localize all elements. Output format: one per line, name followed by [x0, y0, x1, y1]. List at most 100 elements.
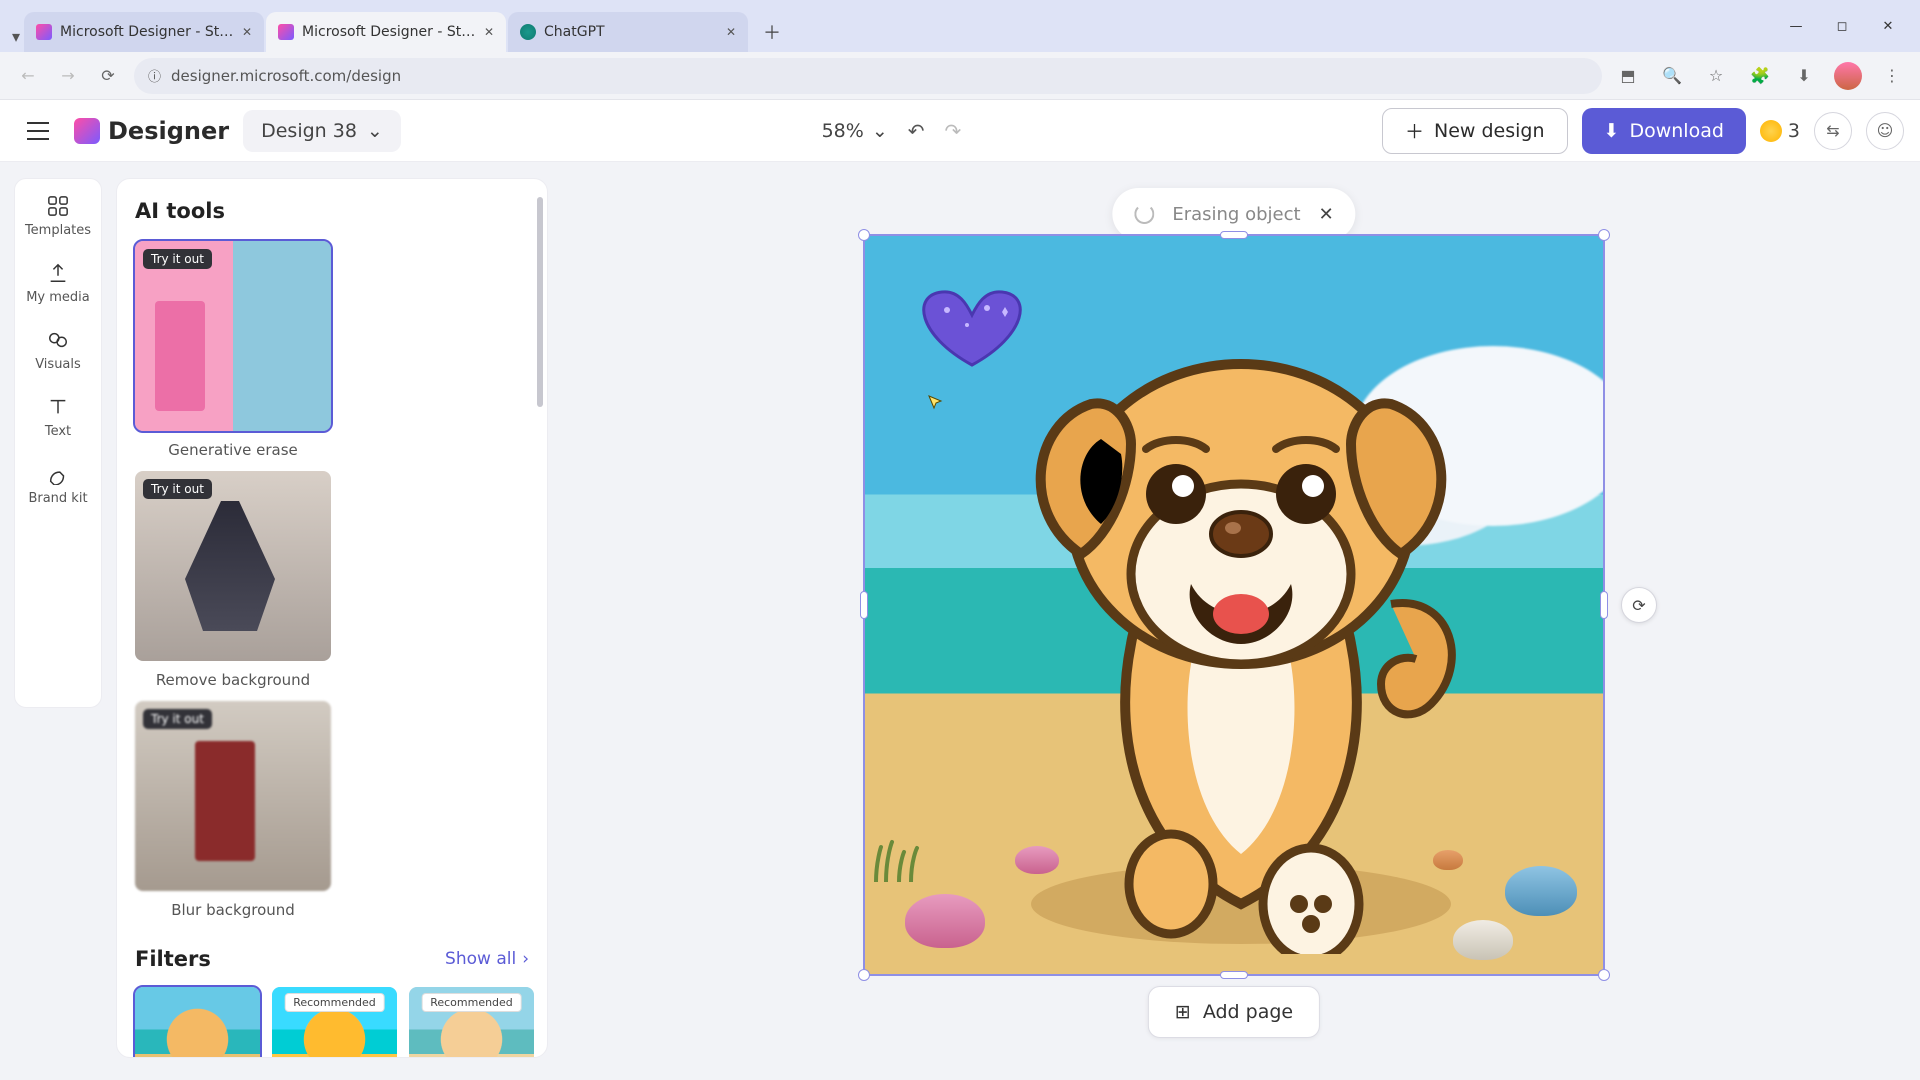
maximize-icon[interactable]: ◻ — [1822, 10, 1862, 42]
shell-shape — [1453, 920, 1513, 960]
download-button[interactable]: ⬇ Download — [1582, 108, 1746, 154]
upload-icon — [47, 262, 69, 284]
back-icon[interactable]: ← — [14, 62, 42, 90]
ai-tool-blur-background[interactable]: Try it out Blur background — [135, 701, 331, 919]
ai-tool-thumb: Try it out — [135, 471, 331, 661]
resize-handle[interactable] — [858, 229, 870, 241]
downloads-icon[interactable]: ⬇ — [1790, 62, 1818, 90]
resize-handle[interactable] — [1598, 969, 1610, 981]
show-all-link[interactable]: Show all › — [445, 949, 529, 969]
rail-label: Brand kit — [28, 491, 87, 506]
browser-menu-icon[interactable]: ⋮ — [1878, 62, 1906, 90]
tab-label: Microsoft Designer - Stunning — [302, 24, 476, 40]
share-icon[interactable]: ⇆ — [1814, 112, 1852, 150]
window-controls: — ◻ ✕ — [1776, 10, 1908, 52]
try-it-badge: Try it out — [143, 249, 212, 269]
shell-shape — [1505, 866, 1577, 916]
canvas-area[interactable]: Erasing object ✕ — [548, 162, 1920, 1080]
filters-title: Filters — [135, 947, 211, 971]
rail-text[interactable]: Text — [45, 396, 71, 439]
address-bar[interactable]: ⓘ designer.microsoft.com/design — [134, 58, 1602, 94]
filter-calm[interactable]: Recommended Calm — [409, 987, 534, 1058]
site-info-icon[interactable]: ⓘ — [148, 66, 161, 85]
download-icon: ⬇ — [1604, 120, 1620, 142]
design-name-dropdown[interactable]: Design 38 ⌄ — [243, 110, 401, 152]
undo-icon[interactable]: ↶ — [908, 119, 925, 143]
profile-avatar-icon[interactable] — [1834, 62, 1862, 90]
resize-handle[interactable] — [858, 969, 870, 981]
add-page-button[interactable]: ⊞ Add page — [1148, 986, 1320, 1038]
rail-label: Text — [45, 424, 71, 439]
close-icon[interactable]: ✕ — [242, 25, 252, 39]
credits-indicator[interactable]: 3 — [1760, 120, 1800, 142]
zoom-icon[interactable]: 🔍 — [1658, 62, 1686, 90]
templates-icon — [47, 195, 69, 217]
bookmark-icon[interactable]: ☆ — [1702, 62, 1730, 90]
selected-image[interactable]: ⟳ — [863, 234, 1605, 976]
new-design-label: New design — [1434, 120, 1545, 142]
plus-icon: ＋ — [1405, 117, 1424, 144]
filter-thumb: Recommended — [272, 987, 397, 1058]
rail-label: My media — [26, 290, 90, 305]
scrollbar[interactable] — [537, 197, 543, 407]
filter-punch[interactable]: Recommended Punch — [272, 987, 397, 1058]
redo-icon[interactable]: ↷ — [945, 119, 962, 143]
new-design-button[interactable]: ＋ New design — [1382, 108, 1568, 154]
browser-tab[interactable]: Microsoft Designer - Stunning ✕ — [24, 12, 264, 52]
recommended-badge: Recommended — [284, 993, 385, 1012]
recommended-badge: Recommended — [421, 993, 522, 1012]
filter-normal[interactable]: Normal — [135, 987, 260, 1058]
close-icon[interactable]: ✕ — [484, 25, 494, 39]
forward-icon[interactable]: → — [54, 62, 82, 90]
chevron-right-icon: › — [522, 949, 529, 969]
rail-brand-kit[interactable]: Brand kit — [28, 463, 87, 506]
minimize-icon[interactable]: — — [1776, 10, 1816, 42]
browser-tab[interactable]: Microsoft Designer - Stunning ✕ — [266, 12, 506, 52]
resize-handle[interactable] — [1220, 971, 1248, 979]
tab-search-icon[interactable]: ▾ — [12, 27, 20, 46]
designer-favicon-icon — [36, 24, 52, 40]
browser-tab[interactable]: ChatGPT ✕ — [508, 12, 748, 52]
hamburger-menu-icon[interactable] — [16, 109, 60, 153]
account-icon[interactable]: ☺ — [1866, 112, 1904, 150]
rotate-handle-icon[interactable]: ⟳ — [1621, 587, 1657, 623]
rail-my-media[interactable]: My media — [26, 262, 90, 305]
shell-shape — [1015, 846, 1059, 874]
design-name-text: Design 38 — [261, 120, 357, 142]
resize-handle[interactable] — [860, 591, 868, 619]
close-window-icon[interactable]: ✕ — [1868, 10, 1908, 42]
logo-mark-icon — [74, 118, 100, 144]
designer-favicon-icon — [278, 24, 294, 40]
designer-logo[interactable]: Designer — [74, 117, 229, 145]
extensions-icon[interactable]: 🧩 — [1746, 62, 1774, 90]
ai-tool-thumb: Try it out — [135, 701, 331, 891]
side-panel: AI tools Try it out Generative erase Try… — [116, 178, 548, 1058]
resize-handle[interactable] — [1220, 231, 1248, 239]
brand-kit-icon — [47, 463, 69, 485]
resize-handle[interactable] — [1598, 229, 1610, 241]
zoom-dropdown[interactable]: 58% ⌄ — [822, 120, 888, 142]
app-header: Designer Design 38 ⌄ 58% ⌄ ↶ ↷ ＋ New des… — [0, 100, 1920, 162]
browser-tabs: Microsoft Designer - Stunning ✕ Microsof… — [24, 12, 786, 52]
new-tab-button[interactable]: ＋ — [758, 18, 786, 46]
logo-text: Designer — [108, 117, 229, 145]
url-text: designer.microsoft.com/design — [171, 67, 401, 85]
resize-handle[interactable] — [1600, 591, 1608, 619]
browser-titlebar: ▾ Microsoft Designer - Stunning ✕ Micros… — [0, 0, 1920, 52]
ai-tool-generative-erase[interactable]: Try it out Generative erase — [135, 241, 331, 459]
rail-label: Templates — [25, 223, 91, 238]
plus-square-icon: ⊞ — [1175, 1001, 1191, 1023]
ai-tool-remove-background[interactable]: Try it out Remove background — [135, 471, 331, 689]
chevron-down-icon: ⌄ — [367, 120, 383, 142]
close-icon[interactable]: ✕ — [1319, 204, 1334, 225]
close-icon[interactable]: ✕ — [726, 25, 736, 39]
install-app-icon[interactable]: ⬒ — [1614, 62, 1642, 90]
toast-text: Erasing object — [1172, 204, 1300, 225]
shell-shape — [1433, 850, 1463, 870]
reload-icon[interactable]: ⟳ — [94, 62, 122, 90]
grass-shape — [871, 832, 931, 882]
rail-templates[interactable]: Templates — [25, 195, 91, 238]
try-it-badge: Try it out — [143, 709, 212, 729]
left-rail: Templates My media Visuals Text Brand ki… — [14, 178, 102, 708]
rail-visuals[interactable]: Visuals — [35, 329, 81, 372]
